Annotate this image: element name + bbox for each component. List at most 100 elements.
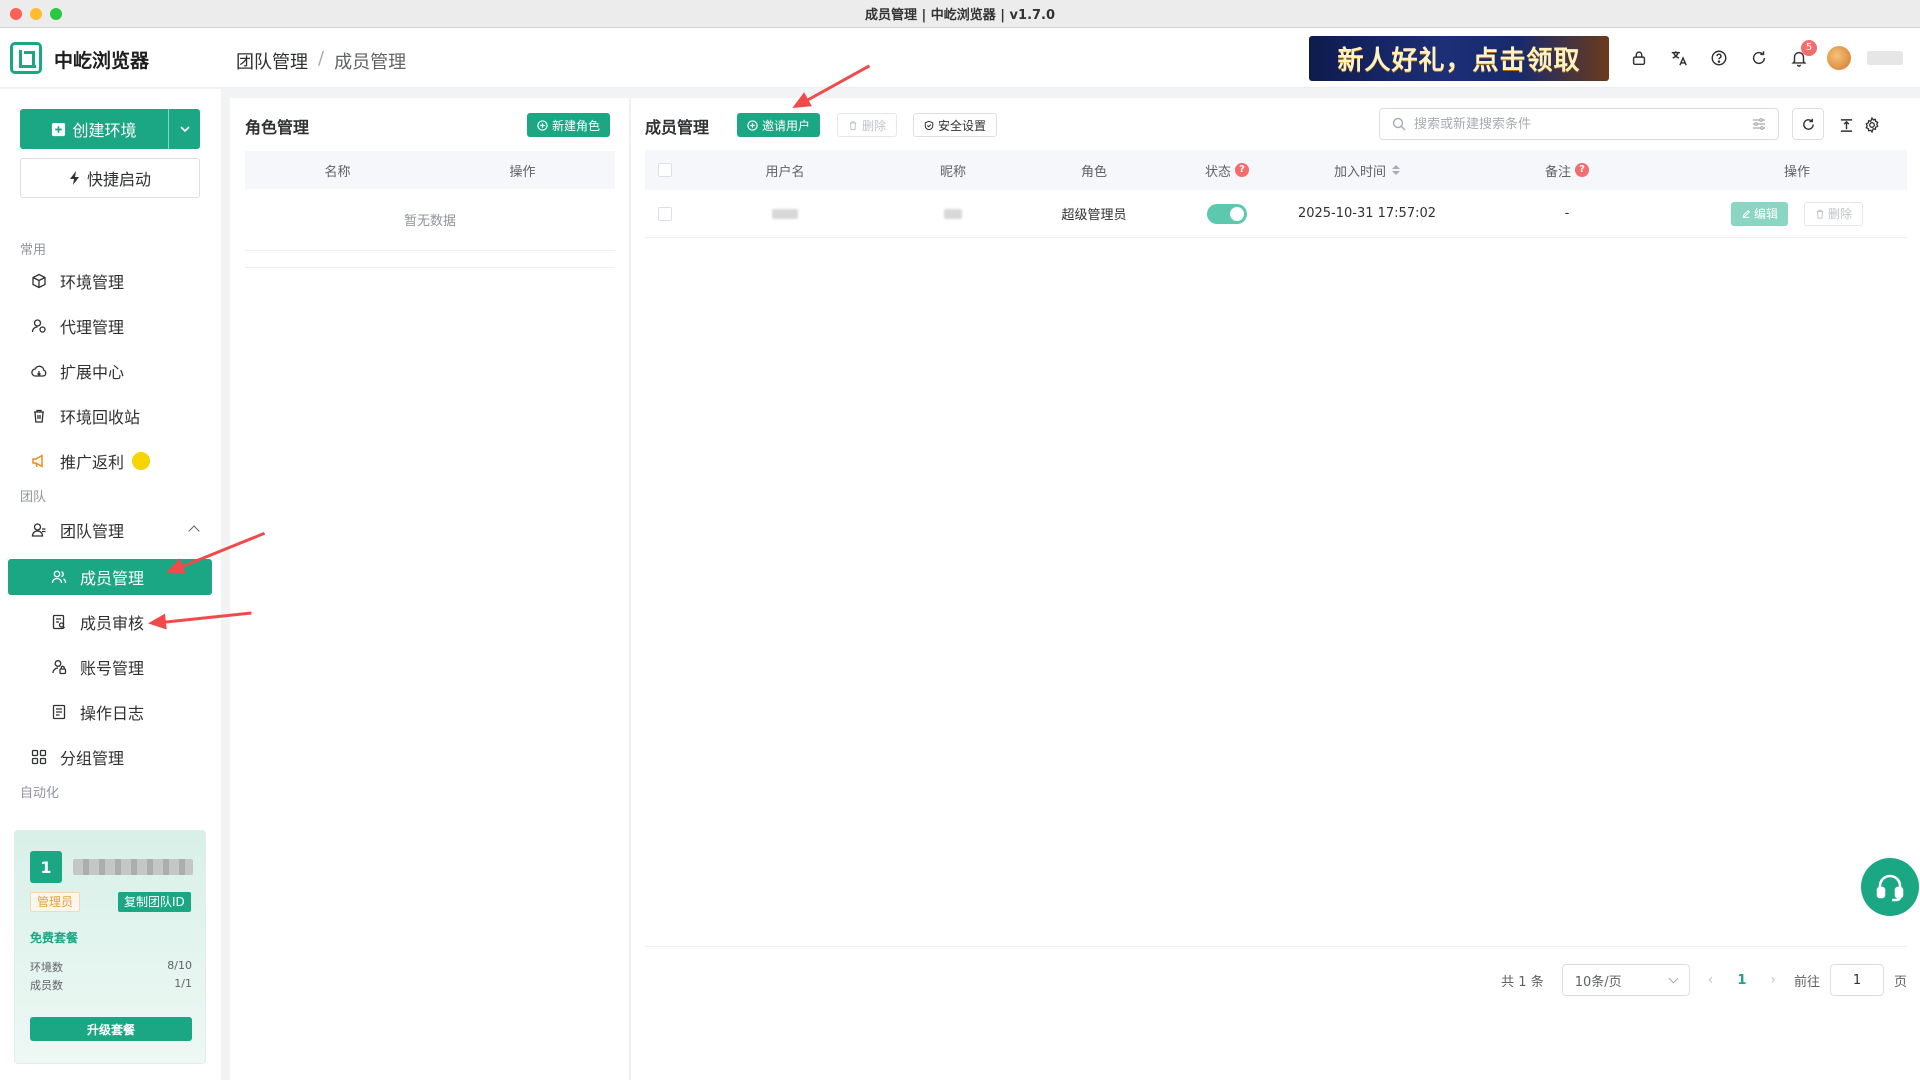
page-size-select[interactable]: 10条/页 xyxy=(1561,964,1690,996)
page-unit-label: 页 xyxy=(1893,974,1907,990)
member-search[interactable] xyxy=(1379,108,1779,140)
question-icon[interactable]: ? xyxy=(1575,163,1589,177)
cube-icon xyxy=(30,272,48,290)
edit-button[interactable]: 编辑 xyxy=(1730,201,1788,226)
pagination: 共 1 条 10条/页 ‹ 1 › 前往 1 页 xyxy=(631,964,1907,996)
role-panel: 角色管理 新建角色 名称 操作 暂无数据 xyxy=(230,98,630,1080)
trash-icon xyxy=(1816,209,1824,219)
stat-label: 环境数 xyxy=(30,961,63,974)
pagination-total: 共 1 条 xyxy=(1501,974,1544,990)
delete-button[interactable]: 删除 xyxy=(1804,201,1864,226)
copy-team-id-button[interactable]: 复制团队ID xyxy=(118,892,191,912)
translate-icon[interactable] xyxy=(1667,46,1691,70)
group-label-automation: 自动化 xyxy=(20,786,60,801)
maximize-window-button[interactable] xyxy=(50,8,62,20)
help-icon[interactable] xyxy=(1707,46,1731,70)
sidebar-item-label: 环境管理 xyxy=(60,273,125,292)
edit-label: 编辑 xyxy=(1753,207,1778,221)
quick-start-button[interactable]: 快捷启动 xyxy=(20,158,200,198)
cloud-icon xyxy=(30,362,48,380)
headset-icon xyxy=(1876,874,1904,902)
sidebar-item-environment[interactable]: 环境管理 xyxy=(30,264,205,298)
role-table-empty: 暂无数据 xyxy=(245,189,615,251)
column-header-label: 状态 xyxy=(1204,164,1231,180)
minimize-window-button[interactable] xyxy=(30,8,42,20)
status-toggle[interactable] xyxy=(1207,203,1247,224)
account-lock-icon xyxy=(50,658,68,676)
joined-cell: 2025-10-31 17:57:02 xyxy=(1297,206,1437,221)
role-table-header: 名称 操作 xyxy=(245,151,615,189)
ops-cell: 编辑 删除 xyxy=(1687,201,1907,226)
filter-sliders-icon[interactable] xyxy=(1752,117,1766,131)
gear-icon[interactable] xyxy=(1863,116,1881,134)
breadcrumb-team[interactable]: 团队管理 xyxy=(236,48,308,74)
column-header-joined[interactable]: 加入时间 xyxy=(1287,161,1447,180)
status-cell xyxy=(1167,203,1287,224)
select-all-checkbox[interactable] xyxy=(658,163,672,177)
bell-icon[interactable]: 5 xyxy=(1787,40,1817,70)
row-checkbox[interactable] xyxy=(658,206,672,221)
group-label-common: 常用 xyxy=(20,243,47,258)
sidebar-item-proxy[interactable]: 代理管理 xyxy=(30,309,205,343)
goto-page-input[interactable]: 1 xyxy=(1829,964,1884,996)
app-header: 中屹浏览器 团队管理 / 成员管理 新人好礼，点击领取 5 xyxy=(0,28,1920,88)
security-settings-button[interactable]: 安全设置 xyxy=(913,113,998,137)
page-number-current[interactable]: 1 xyxy=(1737,973,1746,988)
create-environment-dropdown[interactable] xyxy=(168,109,200,149)
breadcrumb-separator: / xyxy=(318,48,325,69)
app-brand: 中屹浏览器 xyxy=(54,50,150,72)
refresh-icon[interactable] xyxy=(1747,46,1771,70)
stat-value: 1/1 xyxy=(174,977,192,990)
divider xyxy=(245,267,615,268)
create-environment-button[interactable]: 创建环境 xyxy=(20,109,200,149)
sidebar-item-extensions[interactable]: 扩展中心 xyxy=(30,354,205,388)
sidebar-item-accounts[interactable]: 账号管理 xyxy=(50,650,225,684)
sidebar-item-team-management[interactable]: 团队管理 xyxy=(30,513,205,547)
proxy-user-icon xyxy=(30,317,48,335)
breadcrumb: 团队管理 / 成员管理 xyxy=(236,48,406,74)
sidebar-item-members[interactable]: 成员管理 xyxy=(50,560,225,594)
invite-user-button[interactable]: 邀请用户 xyxy=(737,113,821,137)
note-cell: - xyxy=(1564,206,1570,221)
sidebar-item-member-review[interactable]: 成员审核 xyxy=(50,605,225,639)
new-role-button[interactable]: 新建角色 xyxy=(527,113,611,137)
question-icon[interactable]: ? xyxy=(1235,163,1249,177)
next-page-button[interactable]: › xyxy=(1770,972,1776,988)
sidebar-item-operation-log[interactable]: 操作日志 xyxy=(50,695,225,729)
create-environment-main[interactable]: 创建环境 xyxy=(20,117,168,141)
stat-members: 成员数 1/1 xyxy=(30,977,192,993)
delete-members-button[interactable]: 删除 xyxy=(837,113,898,137)
window-titlebar: 成员管理 | 中屹浏览器 | v1.7.0 xyxy=(0,0,1920,28)
app-logo-icon xyxy=(10,42,42,74)
sidebar-item-recycle-bin[interactable]: 环境回收站 xyxy=(30,399,205,433)
user-name-blurred[interactable] xyxy=(1867,51,1903,65)
column-header-nickname: 昵称 xyxy=(939,164,966,180)
column-height-icon[interactable] xyxy=(1837,116,1855,134)
refresh-icon xyxy=(1802,118,1814,130)
create-environment-label: 创建环境 xyxy=(72,121,137,140)
add-square-icon xyxy=(52,122,66,136)
sidebar-item-groups[interactable]: 分组管理 xyxy=(30,740,205,774)
username-blurred xyxy=(772,208,798,219)
page-jumper: 前往 1 页 xyxy=(1794,964,1907,996)
stat-label: 成员数 xyxy=(30,979,63,992)
close-window-button[interactable] xyxy=(10,8,22,20)
lock-icon[interactable] xyxy=(1627,46,1651,70)
sidebar-item-referral[interactable]: 推广返利 xyxy=(30,444,205,478)
prev-page-button[interactable]: ‹ xyxy=(1708,972,1714,988)
column-header-label: 加入时间 xyxy=(1333,164,1386,180)
delete-label: 删除 xyxy=(1828,207,1853,221)
user-avatar[interactable] xyxy=(1827,46,1851,70)
log-icon xyxy=(50,703,68,721)
username-cell xyxy=(685,208,885,219)
upgrade-plan-button[interactable]: 升级套餐 xyxy=(30,1017,192,1041)
search-input[interactable] xyxy=(1414,116,1744,132)
sort-icon[interactable] xyxy=(1392,165,1400,175)
customer-support-button[interactable] xyxy=(1861,858,1919,916)
search-icon xyxy=(1392,117,1406,131)
sidebar-item-label: 扩展中心 xyxy=(60,363,125,382)
refresh-table-button[interactable] xyxy=(1792,108,1824,140)
promo-banner[interactable]: 新人好礼，点击领取 xyxy=(1309,36,1609,81)
select-all-cell xyxy=(645,163,685,177)
lightning-icon xyxy=(69,171,79,185)
